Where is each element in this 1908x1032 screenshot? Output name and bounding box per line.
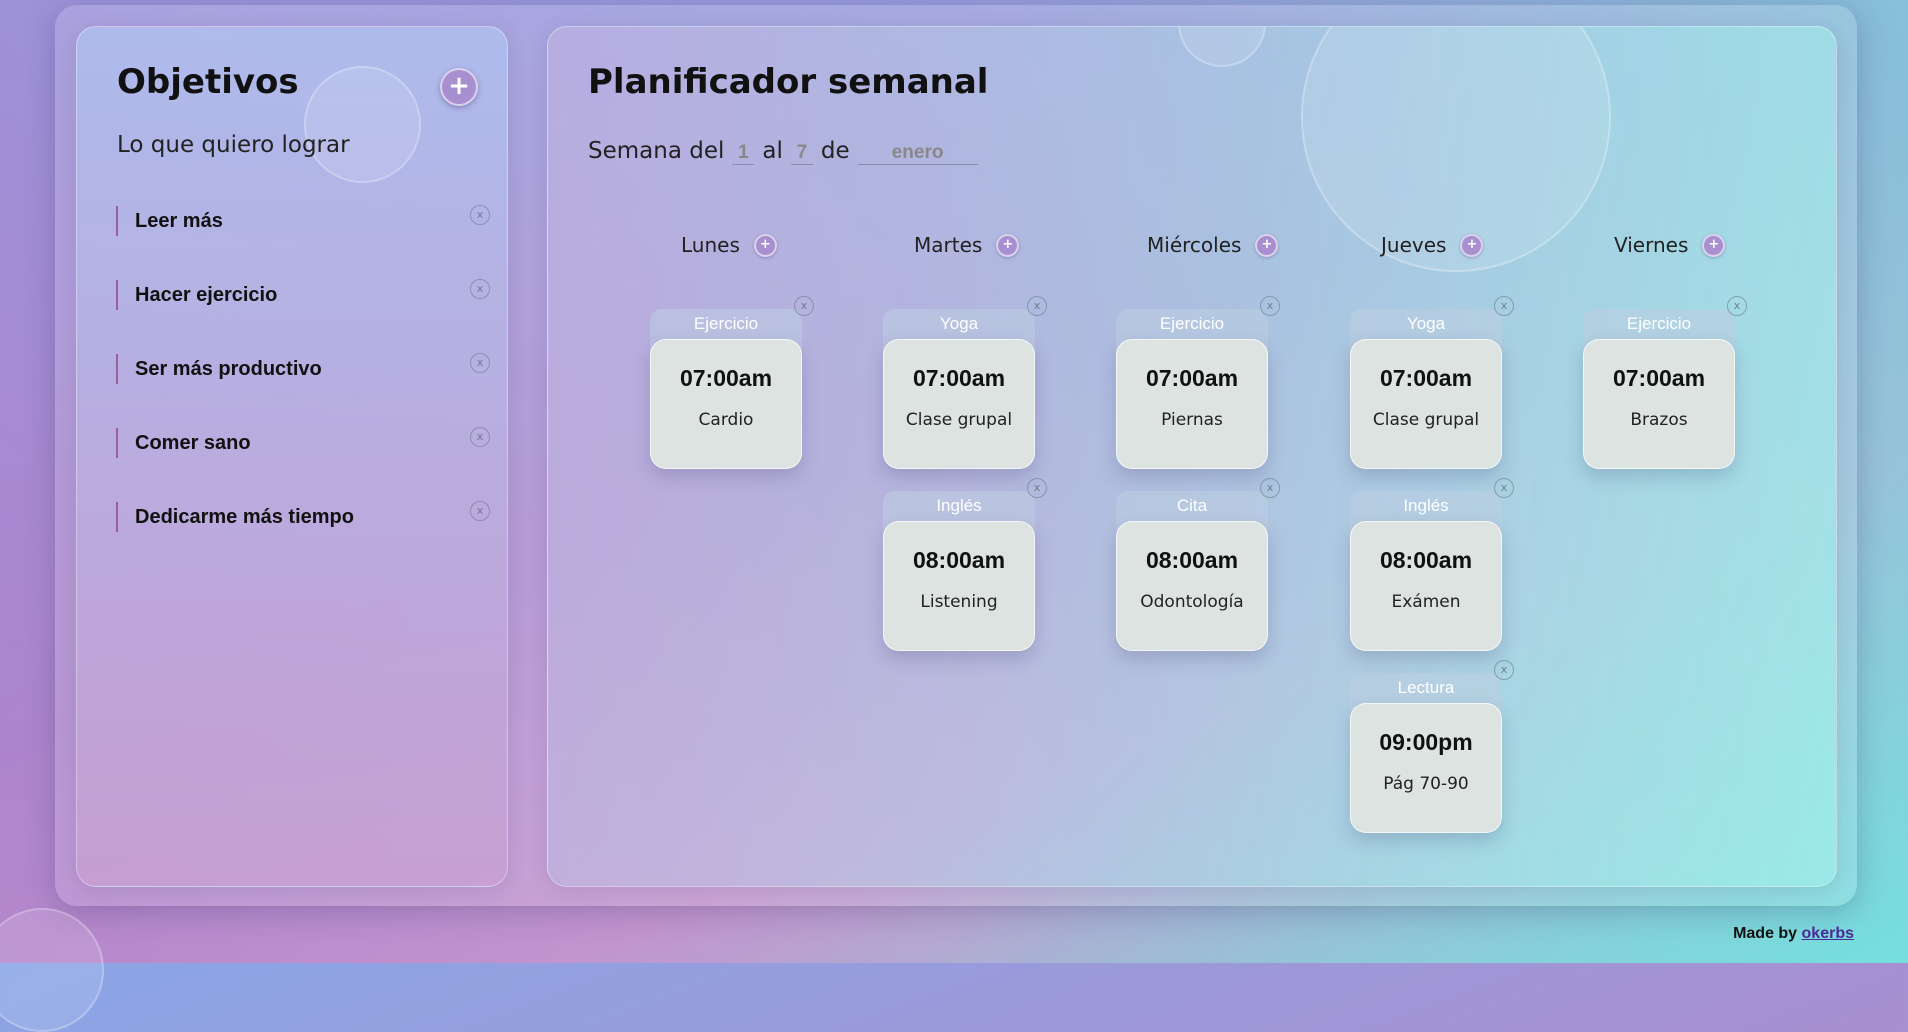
event-time: 07:00am [1145, 365, 1239, 391]
day-header: Viernes + [1614, 233, 1726, 257]
remove-event-icon[interactable]: x [794, 296, 814, 316]
remove-event-icon[interactable]: x [1027, 296, 1047, 316]
event-card[interactable]: Ejercicio 07:00am Brazos x [1583, 296, 1747, 469]
remove-event-icon[interactable]: x [1494, 478, 1514, 498]
author-link[interactable]: okerbs [1802, 925, 1854, 942]
remove-goal-icon[interactable]: x [470, 501, 490, 521]
event-card[interactable]: Lectura 09:00pm Pág 70-90 x [1350, 660, 1514, 833]
remove-event-icon[interactable]: x [1494, 296, 1514, 316]
event-card[interactable]: Inglés 08:00am Exámen x [1350, 478, 1514, 651]
day-header: Martes + [914, 233, 1020, 257]
goal-item[interactable]: Dedicarme más tiempo [116, 502, 354, 532]
add-event-button[interactable]: + [1460, 233, 1484, 257]
week-end-input[interactable]: 7 [790, 142, 813, 165]
planner-title: Planificador semanal [588, 62, 989, 102]
event-body: 08:00am Exámen [1350, 521, 1502, 651]
event-description: Odontología [1140, 592, 1244, 612]
remove-event-icon[interactable]: x [1260, 478, 1280, 498]
event-time: 07:00am [1612, 365, 1706, 391]
event-card[interactable]: Ejercicio 07:00am Cardio x [650, 296, 814, 469]
goal-item[interactable]: Comer sano [116, 428, 251, 458]
goals-title: Objetivos [117, 62, 299, 102]
day-name: Miércoles [1147, 233, 1242, 257]
decorative-bubble [304, 66, 421, 183]
day-name: Jueves [1381, 233, 1447, 257]
event-card[interactable]: Inglés 08:00am Listening x [883, 478, 1047, 651]
event-time: 08:00am [912, 547, 1006, 573]
add-goal-button[interactable]: + [440, 68, 478, 106]
footer-prefix: Made by [1733, 925, 1798, 942]
event-card[interactable]: Cita 08:00am Odontología x [1116, 478, 1280, 651]
add-event-button[interactable]: + [1255, 233, 1279, 257]
event-description: Piernas [1161, 410, 1223, 430]
week-of-label: de [820, 138, 850, 164]
remove-goal-icon[interactable]: x [470, 427, 490, 447]
add-event-button[interactable]: + [1702, 233, 1726, 257]
day-header: Lunes + [681, 233, 777, 257]
remove-event-icon[interactable]: x [1727, 296, 1747, 316]
event-time: 07:00am [912, 365, 1006, 391]
day-header: Miércoles + [1147, 233, 1279, 257]
event-description: Clase grupal [1372, 410, 1480, 430]
goal-item[interactable]: Leer más [116, 206, 223, 236]
goal-item[interactable]: Ser más productivo [116, 354, 322, 384]
week-to-label: al [762, 138, 783, 164]
add-event-button[interactable]: + [753, 233, 777, 257]
day-name: Viernes [1614, 233, 1689, 257]
remove-event-icon[interactable]: x [1027, 478, 1047, 498]
event-body: 08:00am Odontología [1116, 521, 1268, 651]
event-body: 07:00am Piernas [1116, 339, 1268, 469]
goal-item[interactable]: Hacer ejercicio [116, 280, 277, 310]
event-description: Exámen [1391, 592, 1461, 612]
event-description: Pág 70-90 [1383, 774, 1469, 794]
week-start-input[interactable]: 1 [732, 142, 755, 165]
event-card[interactable]: Ejercicio 07:00am Piernas x [1116, 296, 1280, 469]
week-prefix: Semana del [588, 138, 725, 164]
event-time: 09:00pm [1379, 729, 1473, 755]
week-selector: Semana del 1 al 7 de enero [588, 138, 978, 165]
event-body: 07:00am Clase grupal [883, 339, 1035, 469]
add-event-button[interactable]: + [996, 233, 1020, 257]
event-body: 08:00am Listening [883, 521, 1035, 651]
event-time: 08:00am [1145, 547, 1239, 573]
event-body: 07:00am Cardio [650, 339, 802, 469]
event-description: Listening [920, 592, 998, 612]
event-description: Clase grupal [905, 410, 1013, 430]
remove-event-icon[interactable]: x [1494, 660, 1514, 680]
day-name: Lunes [681, 233, 740, 257]
event-time: 07:00am [679, 365, 773, 391]
decorative-bubble [1178, 27, 1266, 67]
day-name: Martes [914, 233, 983, 257]
remove-goal-icon[interactable]: x [470, 353, 490, 373]
day-header: Jueves + [1381, 233, 1484, 257]
remove-event-icon[interactable]: x [1260, 296, 1280, 316]
event-description: Brazos [1630, 410, 1688, 430]
decorative-bubble [0, 908, 104, 1032]
month-input[interactable]: enero [857, 142, 978, 165]
footer-credit: Made by okerbs [1733, 925, 1854, 943]
event-body: 07:00am Brazos [1583, 339, 1735, 469]
goals-subtitle: Lo que quiero lograr [117, 132, 350, 158]
event-body: 07:00am Clase grupal [1350, 339, 1502, 469]
event-card[interactable]: Yoga 07:00am Clase grupal x [1350, 296, 1514, 469]
remove-goal-icon[interactable]: x [470, 279, 490, 299]
remove-goal-icon[interactable]: x [470, 205, 490, 225]
event-body: 09:00pm Pág 70-90 [1350, 703, 1502, 833]
event-time: 08:00am [1379, 547, 1473, 573]
event-description: Cardio [698, 410, 754, 430]
event-time: 07:00am [1379, 365, 1473, 391]
event-card[interactable]: Yoga 07:00am Clase grupal x [883, 296, 1047, 469]
